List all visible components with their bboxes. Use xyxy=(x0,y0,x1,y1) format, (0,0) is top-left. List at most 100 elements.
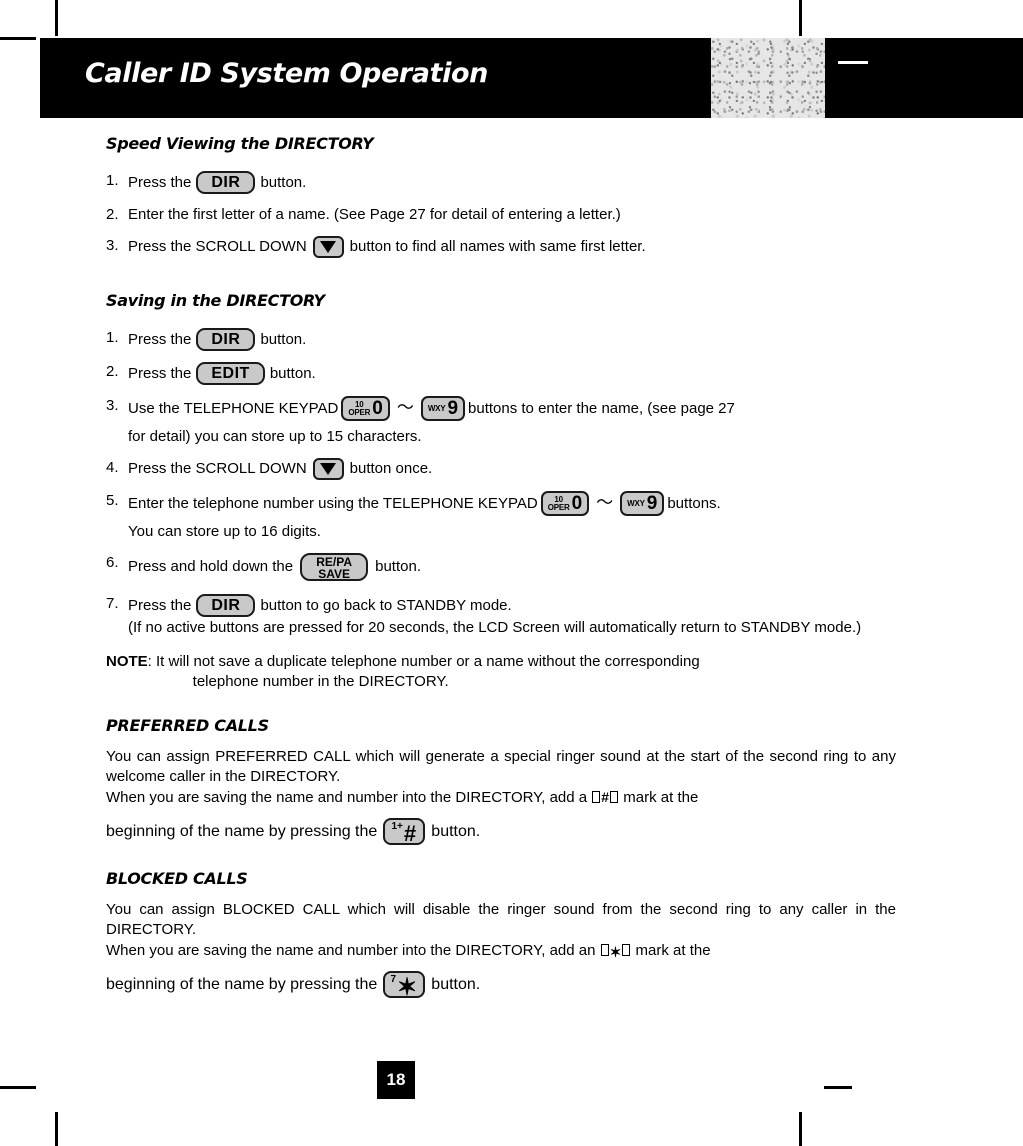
step-text: Press the xyxy=(128,330,192,348)
note-label: NOTE xyxy=(106,653,148,670)
section-heading-preferred-calls: PREFERRED CALLS xyxy=(106,716,269,735)
preferred-press-text: beginning of the name by pressing the xyxy=(106,822,378,840)
preferred-button-text: button. xyxy=(431,822,481,840)
blocked-press-text: beginning of the name by pressing the xyxy=(106,975,378,993)
star-key-button[interactable]: 7 ✶ xyxy=(383,971,426,1001)
edit-button[interactable]: EDIT xyxy=(196,362,265,385)
section-heading-blocked-calls: BLOCKED CALLS xyxy=(106,869,248,888)
note-text-line2: telephone number in the DIRECTORY. xyxy=(192,673,449,690)
blocked-calls-paragraph-3: beginning of the name by pressing the 7 … xyxy=(106,971,896,1001)
step-text: Press the xyxy=(128,173,192,191)
dir-button[interactable]: DIR xyxy=(196,171,256,194)
white-dash xyxy=(838,61,868,64)
note-block: NOTE : It will not save a duplicate tele… xyxy=(106,652,896,692)
step-item: 3. Press the SCROLL DOWN button to find … xyxy=(106,236,896,258)
blocked-button-text: button. xyxy=(431,975,481,993)
section-heading-speed-viewing: Speed Viewing the DIRECTORY xyxy=(106,134,374,153)
keypad-key-digit: 0 xyxy=(571,493,583,514)
preferred-text-before: When you are saving the name and number … xyxy=(106,789,588,806)
quote-open-missing-glyph xyxy=(600,944,609,956)
keypad-key-sublabel: WXY xyxy=(627,498,645,508)
keypad-key-bottom-label: WXY xyxy=(427,403,446,413)
keypad-key-0-button[interactable]: 10 OPER 0 xyxy=(341,396,390,421)
keypad-key-bottom-label: WXY xyxy=(627,498,645,508)
page-content: Speed Viewing the DIRECTORY 1. Press the… xyxy=(106,134,896,1001)
keypad-key-bottom-label: OPER xyxy=(348,407,371,417)
step-item: 6. Press and hold down the RE/PA SAVE bu… xyxy=(106,553,896,581)
step-continuation: for detail) you can store up to 15 chara… xyxy=(128,428,422,445)
keypad-key-9-button[interactable]: WXY 9 xyxy=(420,396,466,421)
keypad-key-sublabel: WXY xyxy=(427,403,446,413)
step-item: 7. Press the DIR button to go back to ST… xyxy=(106,594,896,617)
preferred-calls-paragraph-3: beginning of the name by pressing the 1+… xyxy=(106,818,896,845)
step-item: 4. Press the SCROLL DOWN button once. xyxy=(106,458,896,480)
range-tilde: ～ xyxy=(396,397,414,417)
step-text: Press the SCROLL DOWN xyxy=(128,460,307,477)
step-continuation: You can store up to 16 digits. xyxy=(128,523,321,540)
page-header-band: Caller ID System Operation xyxy=(40,38,1023,118)
page-title: Caller ID System Operation xyxy=(85,58,488,89)
step-text: Press the xyxy=(128,596,192,614)
star-key-symbol: ✶ xyxy=(397,973,418,1001)
step-number: 1. xyxy=(106,172,119,189)
keypad-key-sublabel: 10 OPER xyxy=(547,495,570,512)
step-text: button once. xyxy=(349,460,433,477)
crop-mark-top-right-vertical xyxy=(799,0,802,36)
blocked-symbol: ✶ xyxy=(609,944,622,960)
step-item: 3. Use the TELEPHONE KEYPAD 10 OPER 0 ～ … xyxy=(106,396,896,447)
blocked-calls-paragraph-1: You can assign BLOCKED CALL which will d… xyxy=(106,901,896,938)
range-tilde: ～ xyxy=(596,492,614,512)
step-number: 2. xyxy=(106,363,119,380)
blocked-text-before: When you are saving the name and number … xyxy=(106,942,596,959)
keypad-key-0-button[interactable]: 10 OPER 0 xyxy=(540,491,590,516)
step-item: 5. Enter the telephone number using the … xyxy=(106,491,896,542)
step-item: 2. Press the EDIT button. xyxy=(106,362,896,385)
crop-mark-bottom-left-vertical xyxy=(55,1112,58,1146)
step-text: buttons. xyxy=(667,494,721,512)
keypad-key-digit: 9 xyxy=(447,398,459,419)
keypad-key-digit: 0 xyxy=(372,398,383,419)
hash-key-button[interactable]: 1+ # xyxy=(383,818,426,845)
section-heading-saving: Saving in the DIRECTORY xyxy=(106,291,325,310)
step-item: 1. Press the DIR button. xyxy=(106,328,896,351)
scroll-down-button[interactable] xyxy=(312,236,344,258)
step-text: button. xyxy=(269,364,316,382)
triangle-down-icon xyxy=(320,463,337,475)
step-number: 6. xyxy=(106,554,119,571)
keypad-key-digit: 9 xyxy=(646,493,658,514)
preferred-calls-paragraph-1: You can assign PREFERRED CALL which will… xyxy=(106,748,896,785)
step-text: button. xyxy=(260,173,307,191)
keypad-key-9-button[interactable]: WXY 9 xyxy=(620,491,665,516)
repa-save-line1: RE/PA xyxy=(316,554,353,569)
step-text: buttons to enter the name, (see page 27 xyxy=(468,399,735,417)
step-text: Press and hold down the xyxy=(128,558,294,575)
blocked-text-after: mark at the xyxy=(635,942,711,959)
crop-mark-top-left-horizontal xyxy=(0,37,36,40)
keypad-key-bottom-label: OPER xyxy=(547,502,570,512)
blocked-calls-paragraph-2: When you are saving the name and number … xyxy=(106,940,896,961)
quote-close-missing-glyph xyxy=(622,944,631,956)
crop-mark-bottom-right-horizontal xyxy=(824,1086,852,1089)
step-number: 7. xyxy=(106,595,119,612)
crop-mark-top-left-vertical xyxy=(55,0,58,36)
dir-button[interactable]: DIR xyxy=(196,328,256,351)
quote-close-missing-glyph xyxy=(610,791,619,803)
note-text-line1: : It will not save a duplicate telephone… xyxy=(147,653,700,670)
keypad-key-sublabel: 10 OPER xyxy=(348,400,371,417)
repa-save-line2: SAVE xyxy=(318,566,351,581)
quote-open-missing-glyph xyxy=(592,791,601,803)
step-text: button to find all names with same first… xyxy=(349,238,646,255)
preferred-text-after: mark at the xyxy=(623,789,699,806)
scroll-down-button[interactable] xyxy=(312,458,344,480)
step-number: 4. xyxy=(106,459,119,476)
step-number: 3. xyxy=(106,397,119,414)
step-number: 2. xyxy=(106,206,119,223)
page-number-badge: 18 xyxy=(377,1061,415,1099)
repa-save-button[interactable]: RE/PA SAVE xyxy=(300,553,369,581)
step-text: Enter the first letter of a name. (See P… xyxy=(128,206,621,223)
step-item: 1. Press the DIR button. xyxy=(106,171,896,194)
crop-mark-bottom-left-horizontal xyxy=(0,1086,36,1089)
step-text: Press the xyxy=(128,364,192,382)
dir-button[interactable]: DIR xyxy=(196,594,256,617)
triangle-down-icon xyxy=(320,241,337,253)
